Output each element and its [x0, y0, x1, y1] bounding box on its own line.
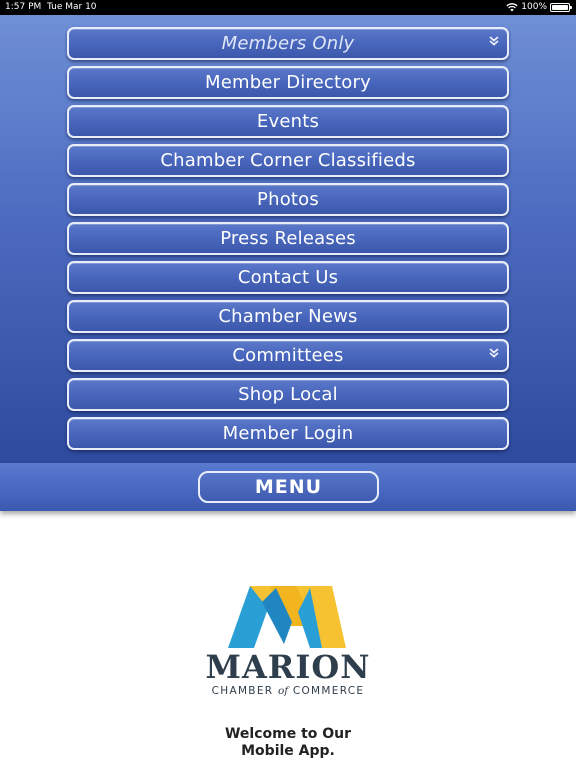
status-right: 100%	[506, 0, 572, 15]
menu-item-chamber-corner-classifieds[interactable]: Chamber Corner Classifieds	[67, 144, 509, 177]
menu-item-shop-local[interactable]: Shop Local	[67, 378, 509, 411]
menu-item-members-only[interactable]: Members Only	[67, 27, 509, 60]
logo-sub-of: of	[277, 685, 289, 697]
menu-item-label: Events	[256, 111, 320, 132]
status-bar: 1:57 PM Tue Mar 10 100%	[0, 0, 576, 15]
menu-bar: MENU	[0, 463, 576, 511]
menu-toggle-button[interactable]: MENU	[198, 471, 379, 503]
logo-wordmark: MARION	[205, 648, 371, 686]
menu-item-label: Committees	[232, 345, 344, 366]
chevron-double-down-icon	[489, 348, 499, 358]
menu-item-label: Press Releases	[220, 228, 356, 249]
welcome-line-1: Welcome to Our	[224, 726, 352, 742]
chevron-double-down-icon	[489, 36, 499, 46]
menu-item-member-directory[interactable]: Member Directory	[67, 66, 509, 99]
menu-item-chamber-news[interactable]: Chamber News	[67, 300, 509, 333]
menu-item-label: Photos	[257, 189, 319, 210]
status-date: Tue Mar 10	[47, 2, 97, 12]
menu-item-label: Member Login	[222, 423, 354, 444]
menu-item-committees[interactable]: Committees	[67, 339, 509, 372]
marion-chamber-logo: MARION CHAMBER of COMMERCE	[200, 582, 376, 702]
menu-item-label: Shop Local	[238, 384, 338, 405]
battery-icon	[550, 3, 572, 12]
welcome-line-2: Mobile App.	[241, 743, 335, 759]
menu-item-label: Members Only	[221, 33, 355, 54]
welcome-message: Welcome to Our Mobile App.	[188, 726, 388, 760]
menu-item-contact-us[interactable]: Contact Us	[67, 261, 509, 294]
menu-item-events[interactable]: Events	[67, 105, 509, 138]
battery-percent: 100%	[521, 2, 547, 12]
marion-m-logo-icon	[228, 586, 346, 648]
status-time: 1:57 PM	[5, 2, 42, 12]
menu-item-label: Chamber Corner Classifieds	[160, 150, 416, 171]
menu-item-photos[interactable]: Photos	[67, 183, 509, 216]
menu-item-label: Member Directory	[205, 72, 371, 93]
menu-panel: Members Only Member Directory Events Cha…	[0, 15, 576, 463]
logo-sub-right: COMMERCE	[288, 685, 365, 697]
logo-sub-left: CHAMBER	[211, 685, 278, 697]
menu-item-member-login[interactable]: Member Login	[67, 417, 509, 450]
menu-item-label: Chamber News	[218, 306, 358, 327]
logo-subtitle: CHAMBER of COMMERCE	[200, 685, 376, 697]
menu-item-label: Contact Us	[237, 267, 339, 288]
wifi-icon	[506, 3, 518, 12]
menu-item-press-releases[interactable]: Press Releases	[67, 222, 509, 255]
